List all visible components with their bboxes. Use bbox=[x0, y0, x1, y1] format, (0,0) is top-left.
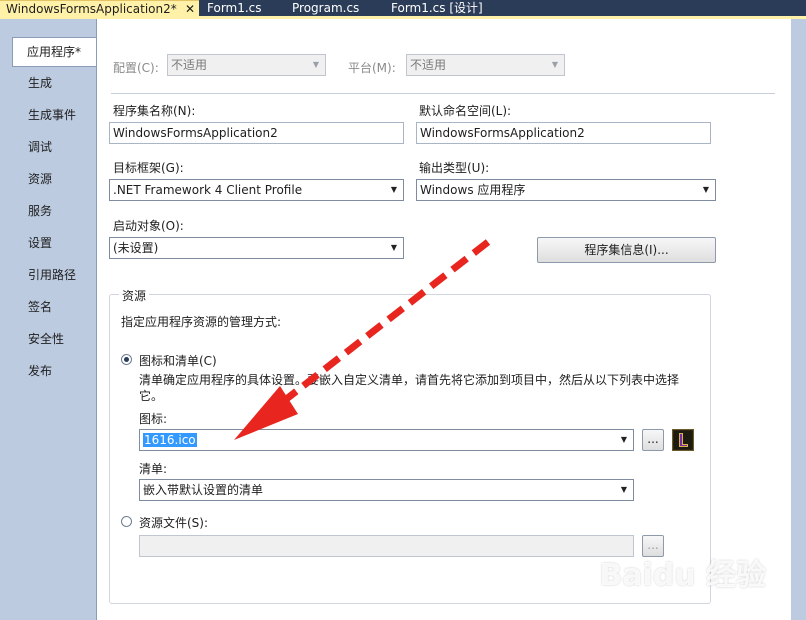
annotation-arrow bbox=[234, 239, 491, 440]
baidu-watermark-url: jingyan.baidu.com bbox=[662, 603, 764, 616]
annotation-arrow-shaft bbox=[259, 239, 491, 421]
baidu-watermark: Baidu 经验 bbox=[599, 558, 766, 593]
